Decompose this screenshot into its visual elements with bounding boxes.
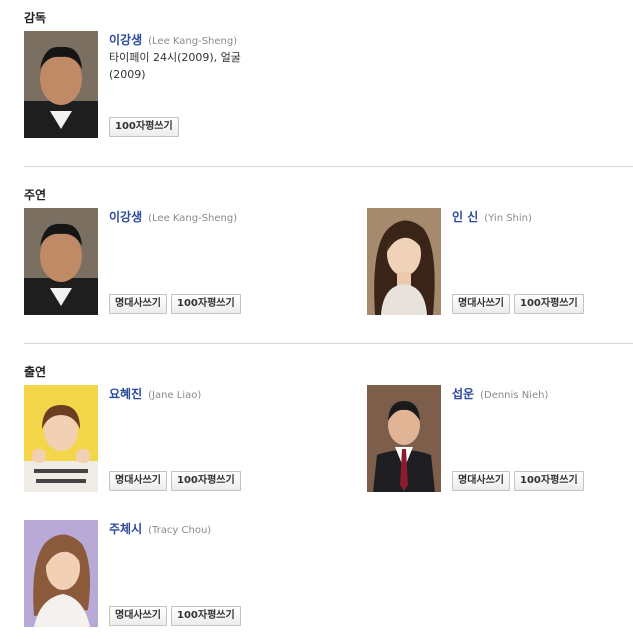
person-name[interactable]: 요혜진 (Jane Liao)	[109, 385, 201, 402]
filmography: 타이페이 24시(2009), 얼굴(2009)	[109, 51, 241, 81]
director-card: 이강생 (Lee Kang-Sheng) 타이페이 24시(2009), 얼굴(2…	[24, 31, 284, 141]
person-photo[interactable]	[24, 385, 98, 492]
lead-card: 이강생 (Lee Kang-Sheng) 명대사쓰기 100자평쓰기	[24, 208, 284, 318]
section-divider	[24, 166, 633, 167]
section-title-cast: 출연	[24, 365, 47, 379]
person-name[interactable]: 이강생 (Lee Kang-Sheng)	[109, 208, 237, 225]
person-photo[interactable]	[24, 520, 98, 627]
person-photo[interactable]	[24, 31, 98, 138]
person-name-korean[interactable]: 이강생	[109, 210, 142, 224]
review-button[interactable]: 100자평쓰기	[171, 471, 241, 491]
person-name-korean[interactable]: 인 신	[452, 210, 478, 224]
review-button[interactable]: 100자평쓰기	[514, 471, 584, 491]
person-name-english: (Lee Kang-Sheng)	[148, 36, 238, 47]
person-name-korean[interactable]: 이강생	[109, 33, 142, 47]
person-name[interactable]: 이강생 (Lee Kang-Sheng)	[109, 31, 237, 48]
quote-button[interactable]: 명대사쓰기	[452, 471, 510, 491]
section-title-director: 감독	[24, 11, 47, 25]
person-photo[interactable]	[367, 385, 441, 492]
section-divider	[24, 343, 633, 344]
person-name-english: (Yin Shin)	[484, 213, 532, 224]
person-name-english: (Dennis Nieh)	[480, 390, 549, 401]
person-name-english: (Lee Kang-Sheng)	[148, 213, 238, 224]
cast-card: 섭운 (Dennis Nieh) 명대사쓰기 100자평쓰기	[367, 385, 627, 495]
review-button[interactable]: 100자평쓰기	[171, 606, 241, 626]
person-photo[interactable]	[24, 208, 98, 315]
person-name[interactable]: 섭운 (Dennis Nieh)	[452, 385, 548, 402]
person-name-english: (Tracy Chou)	[148, 525, 212, 536]
quote-button[interactable]: 명대사쓰기	[109, 471, 167, 491]
section-title-lead: 주연	[24, 188, 47, 202]
person-photo[interactable]	[367, 208, 441, 315]
cast-card: 주체시 (Tracy Chou) 명대사쓰기 100자평쓰기	[24, 520, 284, 630]
person-name-korean[interactable]: 섭운	[452, 387, 474, 401]
quote-button[interactable]: 명대사쓰기	[452, 294, 510, 314]
review-button[interactable]: 100자평쓰기	[514, 294, 584, 314]
lead-card: 인 신 (Yin Shin) 명대사쓰기 100자평쓰기	[367, 208, 627, 318]
person-name-korean[interactable]: 요혜진	[109, 387, 142, 401]
quote-button[interactable]: 명대사쓰기	[109, 606, 167, 626]
review-button[interactable]: 100자평쓰기	[109, 117, 179, 137]
review-button[interactable]: 100자평쓰기	[171, 294, 241, 314]
cast-card: 요혜진 (Jane Liao) 명대사쓰기 100자평쓰기	[24, 385, 284, 495]
person-name-korean[interactable]: 주체시	[109, 522, 142, 536]
person-name-english: (Jane Liao)	[148, 390, 202, 401]
person-name[interactable]: 인 신 (Yin Shin)	[452, 208, 532, 225]
quote-button[interactable]: 명대사쓰기	[109, 294, 167, 314]
person-name[interactable]: 주체시 (Tracy Chou)	[109, 520, 211, 537]
